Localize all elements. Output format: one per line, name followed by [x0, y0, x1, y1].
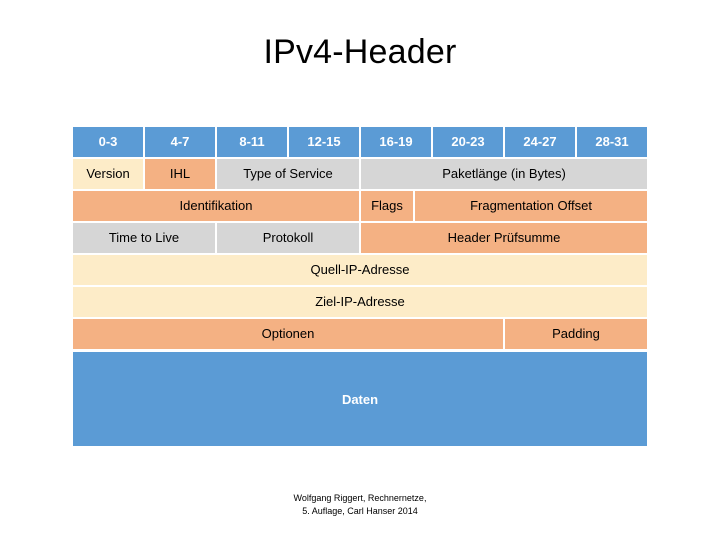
field-cell-quell-ip-adresse: Quell-IP-Adresse: [72, 254, 648, 286]
field-cell-version: Version: [72, 158, 144, 190]
bit-range-cell-8-11: 8-11: [216, 126, 288, 158]
field-cell-protokoll: Protokoll: [216, 222, 360, 254]
field-cell-padding: Padding: [504, 318, 648, 350]
source-citation-line-2: 5. Auflage, Carl Hanser 2014: [302, 506, 418, 517]
data-payload-block: Daten: [72, 351, 648, 447]
field-cell-fragmentation-offset: Fragmentation Offset: [414, 190, 648, 222]
header-row-5: Ziel-IP-Adresse: [72, 286, 648, 318]
field-cell-ziel-ip-adresse: Ziel-IP-Adresse: [72, 286, 648, 318]
header-field-rows: Version IHL Type of Service Paketlänge (in …: [72, 158, 648, 350]
header-row-1: Version IHL Type of Service Paketlänge (in …: [72, 158, 648, 190]
field-cell-optionen: Optionen: [72, 318, 504, 350]
page-title: IPv4-Header: [263, 33, 457, 71]
source-citation: Wolfgang Riggert, Rechnernetze, 5. Aufla…: [0, 492, 720, 518]
bit-range-cell-20-23: 20-23: [432, 126, 504, 158]
field-cell-time-to-live: Time to Live: [72, 222, 216, 254]
bit-range-cell-0-3: 0-3: [72, 126, 144, 158]
header-row-3: Time to Live Protokoll Header Prüfsumme: [72, 222, 648, 254]
header-row-2: Identifikation Flags Fragmentation Offset: [72, 190, 648, 222]
field-cell-identifikation: Identifikation: [72, 190, 360, 222]
ipv4-header-diagram: 0-3 4-7 8-11 12-15 16-19 20-23 24-27 28-31 Vers…: [72, 126, 648, 350]
header-row-4: Quell-IP-Adresse: [72, 254, 648, 286]
bit-range-cell-4-7: 4-7: [144, 126, 216, 158]
field-cell-ihl: IHL: [144, 158, 216, 190]
bit-range-cell-28-31: 28-31: [576, 126, 648, 158]
bit-range-cell-12-15: 12-15: [288, 126, 360, 158]
field-cell-paketlaenge-in-bytes: Paketlänge (in Bytes): [360, 158, 648, 190]
field-cell-type-of-service: Type of Service: [216, 158, 360, 190]
data-payload-label: Daten: [341, 391, 379, 407]
bit-range-cell-24-27: 24-27: [504, 126, 576, 158]
field-cell-flags: Flags: [360, 190, 414, 222]
header-row-6: Optionen Padding: [72, 318, 648, 350]
bit-range-cell-16-19: 16-19: [360, 126, 432, 158]
source-citation-line-1: Wolfgang Riggert, Rechnernetze,: [293, 493, 427, 503]
bit-position-header-row: 0-3 4-7 8-11 12-15 16-19 20-23 24-27 28-31: [72, 126, 648, 158]
field-cell-header-pruefsumme: Header Prüfsumme: [360, 222, 648, 254]
slide-canvas: IPv4-Header 0-3 4-7 8-11 12-15 16-19 20-23 24-…: [0, 0, 720, 540]
